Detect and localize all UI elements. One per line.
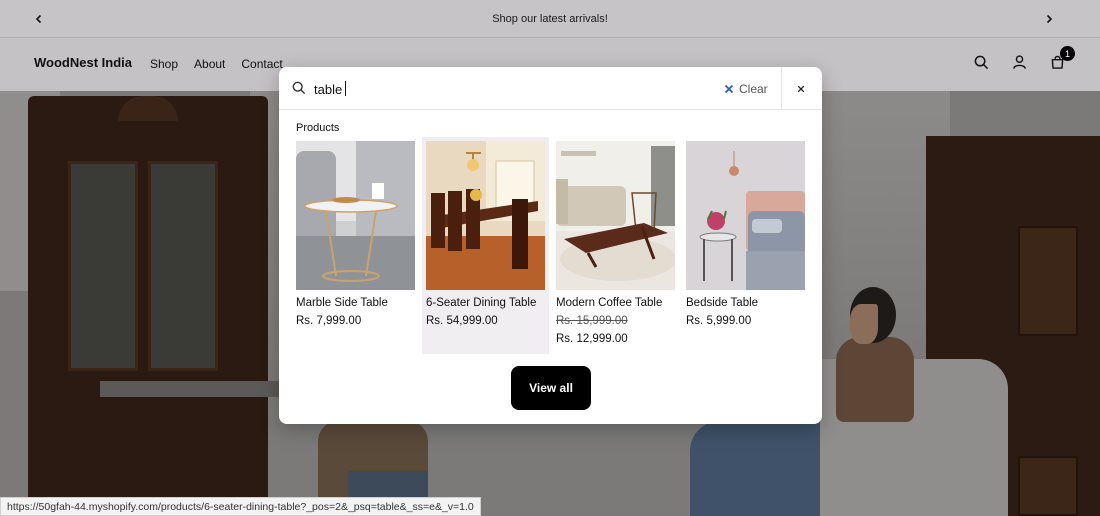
nav-item-about[interactable]: About (194, 57, 225, 71)
header-icons: 1 (972, 46, 1075, 71)
product-image[interactable] (556, 141, 675, 290)
product-price: Rs. 5,999.00 (686, 315, 752, 327)
product-card-dining-table[interactable]: 6-Seater Dining Table Rs. 54,999.00 (422, 137, 549, 354)
search-icon[interactable] (972, 53, 990, 71)
text-caret (345, 81, 346, 96)
user-icon[interactable] (1010, 53, 1028, 71)
announcement-text: Shop our latest arrivals! (492, 12, 608, 25)
site-logo[interactable]: WoodNest India (34, 55, 132, 70)
main-nav: Shop About Contact (150, 57, 283, 71)
x-icon (724, 84, 734, 94)
clear-button[interactable]: Clear (724, 82, 768, 96)
close-icon[interactable] (793, 81, 809, 97)
clear-label: Clear (739, 82, 768, 96)
product-name[interactable]: Marble Side Table (296, 297, 388, 309)
search-icon (292, 81, 306, 100)
product-image[interactable] (296, 141, 415, 290)
product-price: Rs. 54,999.00 (426, 315, 498, 327)
divider (781, 67, 782, 110)
search-bar: Clear (279, 67, 822, 110)
search-input[interactable] (314, 78, 704, 100)
announcement-bar: Shop our latest arrivals! (0, 0, 1100, 38)
product-name[interactable]: Bedside Table (686, 297, 758, 309)
view-all-button[interactable]: View all (511, 366, 591, 410)
product-compare-price: Rs. 15,999.00 (556, 315, 628, 327)
hero-person-right (836, 337, 914, 422)
product-image[interactable] (426, 141, 545, 290)
hero-person-face (850, 304, 878, 344)
cart-count-badge: 1 (1060, 46, 1075, 61)
predictive-search-panel: Clear Products Marble Side Table Rs. 7 (279, 67, 822, 424)
hero-marble-table (100, 381, 280, 397)
chevron-right-icon[interactable] (1040, 10, 1058, 28)
product-name[interactable]: Modern Coffee Table (556, 297, 662, 309)
chevron-left-icon[interactable] (30, 10, 48, 28)
product-price: Rs. 12,999.00 (556, 333, 628, 345)
product-name[interactable]: 6-Seater Dining Table (426, 297, 536, 309)
nav-item-shop[interactable]: Shop (150, 57, 178, 71)
product-image[interactable] (686, 141, 805, 290)
hero-person-legs (690, 421, 820, 516)
product-price: Rs. 7,999.00 (296, 315, 362, 327)
status-bar-url: https://50gfah-44.myshopify.com/products… (0, 497, 481, 516)
cart-icon[interactable]: 1 (1048, 46, 1075, 71)
nav-item-contact[interactable]: Contact (241, 57, 282, 71)
products-heading: Products (296, 122, 340, 134)
hero-cabinet-left (28, 96, 268, 516)
